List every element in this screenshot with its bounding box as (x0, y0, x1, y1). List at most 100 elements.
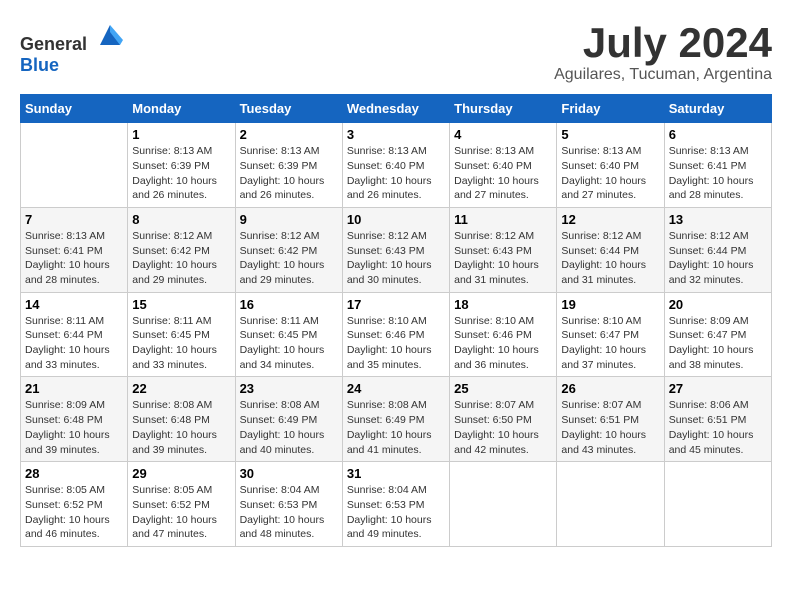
header-sunday: Sunday (21, 95, 128, 123)
day-number: 23 (240, 381, 338, 396)
month-year-title: July 2024 (554, 20, 772, 66)
day-number: 26 (561, 381, 659, 396)
calendar-cell (21, 123, 128, 208)
day-info: Sunrise: 8:10 AM Sunset: 6:47 PM Dayligh… (561, 314, 659, 373)
day-number: 5 (561, 127, 659, 142)
calendar-cell: 1 Sunrise: 8:13 AM Sunset: 6:39 PM Daylig… (128, 123, 235, 208)
calendar-cell: 16Sunrise: 8:11 AM Sunset: 6:45 PM Dayli… (235, 292, 342, 377)
day-number: 18 (454, 297, 552, 312)
calendar-cell: 31Sunrise: 8:04 AM Sunset: 6:53 PM Dayli… (342, 462, 449, 547)
day-number: 10 (347, 212, 445, 227)
day-number: 4 (454, 127, 552, 142)
calendar-cell: 22Sunrise: 8:08 AM Sunset: 6:48 PM Dayli… (128, 377, 235, 462)
day-info: Sunrise: 8:12 AM Sunset: 6:44 PM Dayligh… (669, 229, 767, 288)
day-number: 24 (347, 381, 445, 396)
day-info: Sunrise: 8:09 AM Sunset: 6:47 PM Dayligh… (669, 314, 767, 373)
day-number: 21 (25, 381, 123, 396)
header-tuesday: Tuesday (235, 95, 342, 123)
header-monday: Monday (128, 95, 235, 123)
day-info: Sunrise: 8:12 AM Sunset: 6:43 PM Dayligh… (347, 229, 445, 288)
calendar-week-row: 28 Sunrise: 8:05 AM Sunset: 6:52 PM Dayli… (21, 462, 772, 547)
day-info: Sunrise: 8:12 AM Sunset: 6:43 PM Dayligh… (454, 229, 552, 288)
day-info: Sunrise: 8:11 AM Sunset: 6:45 PM Dayligh… (240, 314, 338, 373)
day-number: 28 (25, 466, 123, 481)
day-number: 13 (669, 212, 767, 227)
calendar-week-row: 1 Sunrise: 8:13 AM Sunset: 6:39 PM Daylig… (21, 123, 772, 208)
day-number: 31 (347, 466, 445, 481)
day-number: 11 (454, 212, 552, 227)
calendar-cell: 18 Sunrise: 8:10 AM Sunset: 6:46 PM Dayli… (450, 292, 557, 377)
calendar-cell: 14Sunrise: 8:11 AM Sunset: 6:44 PM Dayli… (21, 292, 128, 377)
day-info: Sunrise: 8:12 AM Sunset: 6:42 PM Dayligh… (132, 229, 230, 288)
day-number: 7 (25, 212, 123, 227)
calendar-cell: 11 Sunrise: 8:12 AM Sunset: 6:43 PM Dayli… (450, 207, 557, 292)
calendar-cell: 15 Sunrise: 8:11 AM Sunset: 6:45 PM Dayli… (128, 292, 235, 377)
day-number: 3 (347, 127, 445, 142)
calendar-cell: 25 Sunrise: 8:07 AM Sunset: 6:50 PM Dayli… (450, 377, 557, 462)
day-info: Sunrise: 8:13 AM Sunset: 6:39 PM Dayligh… (132, 144, 230, 203)
day-info: Sunrise: 8:08 AM Sunset: 6:49 PM Dayligh… (240, 398, 338, 457)
calendar-cell: 5 Sunrise: 8:13 AM Sunset: 6:40 PM Daylig… (557, 123, 664, 208)
calendar-cell: 8 Sunrise: 8:12 AM Sunset: 6:42 PM Daylig… (128, 207, 235, 292)
logo-general: General (20, 34, 87, 54)
day-number: 20 (669, 297, 767, 312)
logo-blue: Blue (20, 55, 59, 75)
calendar-cell: 3Sunrise: 8:13 AM Sunset: 6:40 PM Daylig… (342, 123, 449, 208)
calendar-cell: 19 Sunrise: 8:10 AM Sunset: 6:47 PM Dayli… (557, 292, 664, 377)
calendar-cell: 28 Sunrise: 8:05 AM Sunset: 6:52 PM Dayli… (21, 462, 128, 547)
calendar-cell: 2Sunrise: 8:13 AM Sunset: 6:39 PM Daylig… (235, 123, 342, 208)
calendar-cell: 9 Sunrise: 8:12 AM Sunset: 6:42 PM Daylig… (235, 207, 342, 292)
day-info: Sunrise: 8:08 AM Sunset: 6:48 PM Dayligh… (132, 398, 230, 457)
day-number: 1 (132, 127, 230, 142)
calendar-week-row: 7 Sunrise: 8:13 AM Sunset: 6:41 PM Daylig… (21, 207, 772, 292)
calendar-cell: 10 Sunrise: 8:12 AM Sunset: 6:43 PM Dayli… (342, 207, 449, 292)
header: General Blue July 2024 Aguilares, Tucuma… (20, 20, 772, 84)
calendar-cell: 21 Sunrise: 8:09 AM Sunset: 6:48 PM Dayli… (21, 377, 128, 462)
calendar-cell (557, 462, 664, 547)
day-number: 17 (347, 297, 445, 312)
day-info: Sunrise: 8:13 AM Sunset: 6:39 PM Dayligh… (240, 144, 338, 203)
day-info: Sunrise: 8:13 AM Sunset: 6:40 PM Dayligh… (561, 144, 659, 203)
day-info: Sunrise: 8:13 AM Sunset: 6:40 PM Dayligh… (454, 144, 552, 203)
logo-icon (95, 20, 125, 50)
day-number: 25 (454, 381, 552, 396)
day-number: 27 (669, 381, 767, 396)
day-number: 29 (132, 466, 230, 481)
calendar-cell: 4 Sunrise: 8:13 AM Sunset: 6:40 PM Daylig… (450, 123, 557, 208)
calendar-cell: 26 Sunrise: 8:07 AM Sunset: 6:51 PM Dayli… (557, 377, 664, 462)
day-info: Sunrise: 8:05 AM Sunset: 6:52 PM Dayligh… (25, 483, 123, 542)
calendar-week-row: 21 Sunrise: 8:09 AM Sunset: 6:48 PM Dayli… (21, 377, 772, 462)
day-info: Sunrise: 8:09 AM Sunset: 6:48 PM Dayligh… (25, 398, 123, 457)
calendar-cell: 27 Sunrise: 8:06 AM Sunset: 6:51 PM Dayli… (664, 377, 771, 462)
day-info: Sunrise: 8:13 AM Sunset: 6:41 PM Dayligh… (669, 144, 767, 203)
day-number: 15 (132, 297, 230, 312)
day-number: 30 (240, 466, 338, 481)
day-info: Sunrise: 8:11 AM Sunset: 6:45 PM Dayligh… (132, 314, 230, 373)
title-area: July 2024 Aguilares, Tucuman, Argentina (554, 20, 772, 84)
day-number: 9 (240, 212, 338, 227)
day-number: 19 (561, 297, 659, 312)
calendar-header-row: SundayMondayTuesdayWednesdayThursdayFrid… (21, 95, 772, 123)
day-number: 8 (132, 212, 230, 227)
calendar-week-row: 14Sunrise: 8:11 AM Sunset: 6:44 PM Dayli… (21, 292, 772, 377)
day-info: Sunrise: 8:07 AM Sunset: 6:50 PM Dayligh… (454, 398, 552, 457)
calendar-cell: 7 Sunrise: 8:13 AM Sunset: 6:41 PM Daylig… (21, 207, 128, 292)
header-thursday: Thursday (450, 95, 557, 123)
calendar-cell: 23 Sunrise: 8:08 AM Sunset: 6:49 PM Dayli… (235, 377, 342, 462)
calendar-cell: 24Sunrise: 8:08 AM Sunset: 6:49 PM Dayli… (342, 377, 449, 462)
day-info: Sunrise: 8:12 AM Sunset: 6:42 PM Dayligh… (240, 229, 338, 288)
day-info: Sunrise: 8:13 AM Sunset: 6:41 PM Dayligh… (25, 229, 123, 288)
calendar-cell: 30 Sunrise: 8:04 AM Sunset: 6:53 PM Dayli… (235, 462, 342, 547)
calendar-cell: 13 Sunrise: 8:12 AM Sunset: 6:44 PM Dayli… (664, 207, 771, 292)
calendar-cell: 20 Sunrise: 8:09 AM Sunset: 6:47 PM Dayli… (664, 292, 771, 377)
calendar-table: SundayMondayTuesdayWednesdayThursdayFrid… (20, 94, 772, 547)
day-info: Sunrise: 8:06 AM Sunset: 6:51 PM Dayligh… (669, 398, 767, 457)
calendar-cell (450, 462, 557, 547)
calendar-cell: 12Sunrise: 8:12 AM Sunset: 6:44 PM Dayli… (557, 207, 664, 292)
day-info: Sunrise: 8:04 AM Sunset: 6:53 PM Dayligh… (240, 483, 338, 542)
calendar-cell: 17Sunrise: 8:10 AM Sunset: 6:46 PM Dayli… (342, 292, 449, 377)
day-info: Sunrise: 8:05 AM Sunset: 6:52 PM Dayligh… (132, 483, 230, 542)
header-saturday: Saturday (664, 95, 771, 123)
day-info: Sunrise: 8:10 AM Sunset: 6:46 PM Dayligh… (454, 314, 552, 373)
day-info: Sunrise: 8:07 AM Sunset: 6:51 PM Dayligh… (561, 398, 659, 457)
